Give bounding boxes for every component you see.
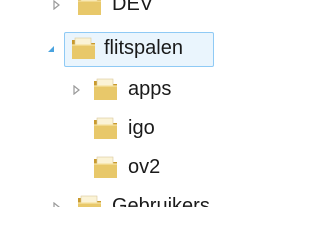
- collapse-arrow-icon[interactable]: [46, 44, 56, 54]
- folder-icon: [92, 76, 120, 102]
- folder-icon: [70, 35, 98, 61]
- tree-item-label: apps: [128, 78, 172, 100]
- folder-icon: [92, 154, 120, 180]
- expand-arrow-icon[interactable]: [72, 85, 82, 95]
- folder-tree: DEV flitspalen apps igo ov2 Gebruikers: [0, 0, 291, 244]
- tree-item-ov2[interactable]: ov2: [0, 151, 291, 185]
- tree-item-apps[interactable]: apps: [0, 73, 291, 107]
- folder-icon: [92, 115, 120, 141]
- tree-item-label: flitspalen: [104, 37, 183, 59]
- tree-item-dev[interactable]: DEV: [0, 0, 291, 22]
- folder-icon: [76, 0, 104, 17]
- tree-item-label: igo: [128, 117, 155, 139]
- tree-item-igo[interactable]: igo: [0, 112, 291, 146]
- tree-item-flitspalen[interactable]: flitspalen: [0, 32, 291, 66]
- tree-bottom-clip: [0, 207, 291, 244]
- tree-item-label: ov2: [128, 156, 161, 178]
- expand-arrow-icon[interactable]: [52, 0, 62, 10]
- tree-item-label: DEV: [112, 0, 154, 15]
